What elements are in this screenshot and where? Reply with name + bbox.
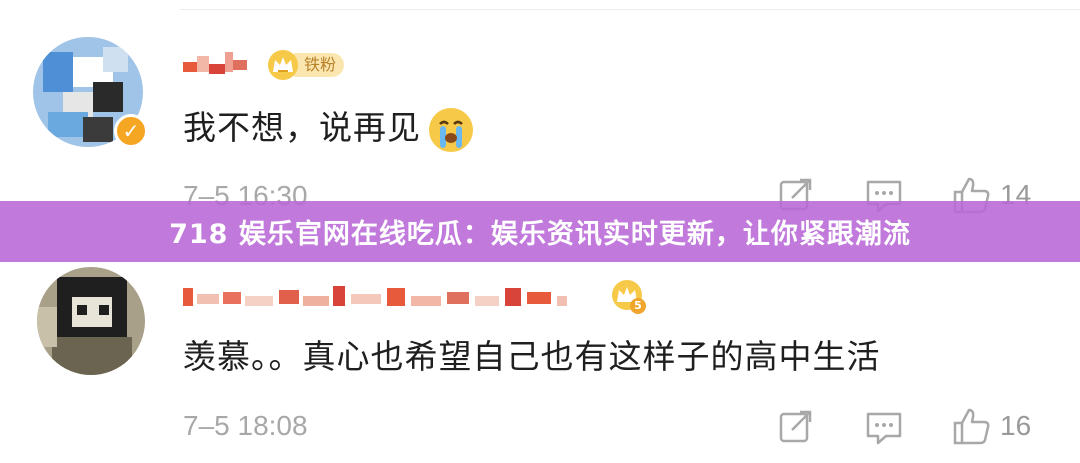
comment-text: 我不想，说再见 [183,101,473,152]
like-count: 16 [1000,410,1032,441]
repost-icon [779,410,812,443]
username[interactable] [183,282,583,308]
fan-badge: 铁粉 [268,50,345,80]
repost-button[interactable] [778,408,814,444]
comment-time: 7–5 18:08 [183,410,308,441]
comment-item: 5 羡慕。。真心也希望自己也有这样子的高中生活 7–5 18:08 16 [0,240,1080,463]
crown-icon: 5 [612,280,646,314]
fan-badge-label: 铁粉 [294,53,345,77]
fan-level: 5 [630,298,646,314]
username[interactable] [183,48,253,74]
comment-icon [866,412,902,445]
banner-title: 718 娱乐官网在线吃瓜：娱乐资讯实时更新，让你紧跟潮流 [169,219,911,250]
title-banner: 718 娱乐官网在线吃瓜：娱乐资讯实时更新，让你紧跟潮流 [0,201,1080,262]
like-button[interactable]: 16 [952,406,1031,446]
comment-text-content: 我不想，说再见 [183,108,421,147]
crown-icon [268,50,298,80]
fan-badge: 5 [612,280,646,314]
verified-icon: ✓ [114,114,148,148]
avatar[interactable] [37,267,145,375]
crying-emoji-icon [429,107,473,152]
like-icon [953,408,990,445]
comment-text: 羡慕。。真心也希望自己也有这样子的高中生活 [183,337,881,376]
comment-button[interactable] [865,410,903,446]
